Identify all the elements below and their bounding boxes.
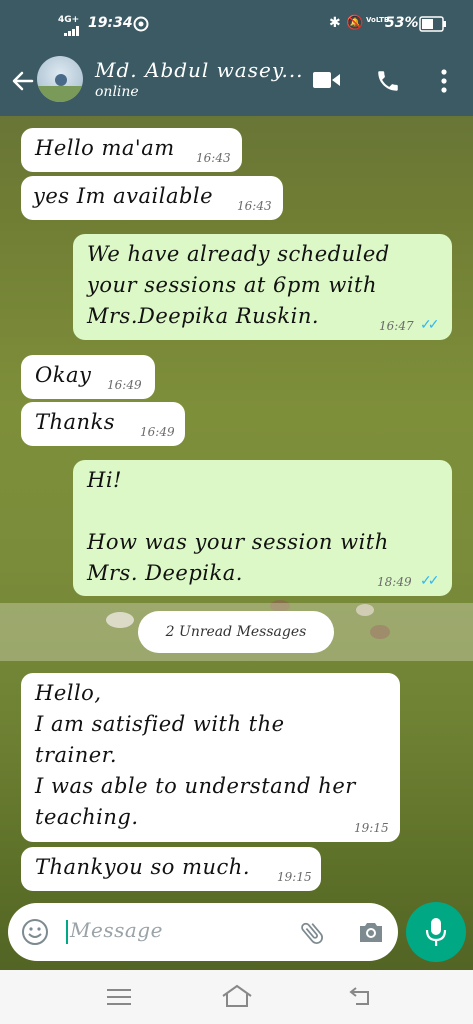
message-time: 16:49 [140, 425, 175, 439]
volte-icon: VoLTE [366, 16, 389, 24]
home-nav-icon[interactable] [221, 984, 253, 1012]
message-text: yes Im available [33, 184, 214, 208]
presence-status: online [95, 84, 139, 100]
mic-button[interactable] [406, 902, 466, 962]
unread-messages-badge: 2 Unread Messages [138, 611, 334, 653]
message-input[interactable]: Message [70, 918, 163, 942]
chat-header: Md. Abdul wasey... online [0, 48, 473, 116]
video-call-icon[interactable] [313, 70, 341, 94]
voice-call-icon[interactable] [375, 68, 401, 98]
message-bubble[interactable]: Okay 16:49 [21, 355, 155, 399]
message-time: 16:49 [107, 378, 142, 392]
message-text: Hello ma'am [35, 136, 175, 160]
message-time: 19:15 [277, 870, 312, 884]
message-text: Thankyou so much. [35, 855, 251, 879]
emoji-icon[interactable] [21, 918, 49, 950]
read-receipt-icon: ✓✓ [420, 573, 440, 589]
battery-icon [419, 16, 447, 36]
battery-percent: 53% [385, 15, 419, 31]
camera-icon[interactable] [357, 919, 385, 949]
chrome-notification-icon [133, 16, 149, 36]
mute-icon: 🔕 [346, 15, 364, 31]
message-bubble[interactable]: Hello, I am satisfied with the trainer. … [21, 673, 400, 842]
bluetooth-icon: ✱ [329, 15, 341, 31]
more-options-icon[interactable] [440, 68, 448, 98]
message-text: Hello, I am satisfied with the trainer. … [35, 681, 356, 829]
message-bubble[interactable]: Hi! How was your session with Mrs. Deepi… [73, 460, 452, 596]
message-text: We have already scheduled your sessions … [87, 242, 390, 328]
message-bubble[interactable]: Thanks 16:49 [21, 402, 185, 446]
attach-icon[interactable] [298, 919, 326, 951]
system-navigation-bar [0, 970, 473, 1024]
avatar[interactable] [37, 56, 83, 102]
signal-icon [64, 24, 82, 40]
message-bubble[interactable]: yes Im available 16:43 [21, 176, 283, 220]
text-cursor [66, 920, 68, 944]
message-time: 18:49 [377, 575, 412, 589]
contact-name[interactable]: Md. Abdul wasey... [95, 58, 304, 82]
message-bubble[interactable]: Hello ma'am 16:43 [21, 128, 242, 172]
message-bubble[interactable]: Thankyou so much. 19:15 [21, 847, 321, 891]
menu-nav-icon[interactable] [107, 988, 131, 1010]
back-nav-icon[interactable] [348, 986, 374, 1012]
mic-icon [425, 917, 447, 951]
message-composer: Message [8, 903, 398, 961]
status-bar: 4G+ 19:34 ✱ 🔕 VoLTE 53% [0, 0, 473, 48]
back-arrow-icon[interactable] [10, 68, 36, 98]
message-time: 16:43 [196, 151, 231, 165]
message-text: Thanks [35, 410, 116, 434]
message-time: 16:43 [237, 199, 272, 213]
message-text: Okay [35, 363, 92, 387]
message-time: 16:47 [379, 319, 414, 333]
message-bubble[interactable]: We have already scheduled your sessions … [73, 234, 452, 340]
message-text: Hi! How was your session with Mrs. Deepi… [87, 468, 389, 585]
message-time: 19:15 [354, 821, 389, 835]
read-receipt-icon: ✓✓ [420, 317, 440, 333]
clock: 19:34 [88, 15, 133, 31]
